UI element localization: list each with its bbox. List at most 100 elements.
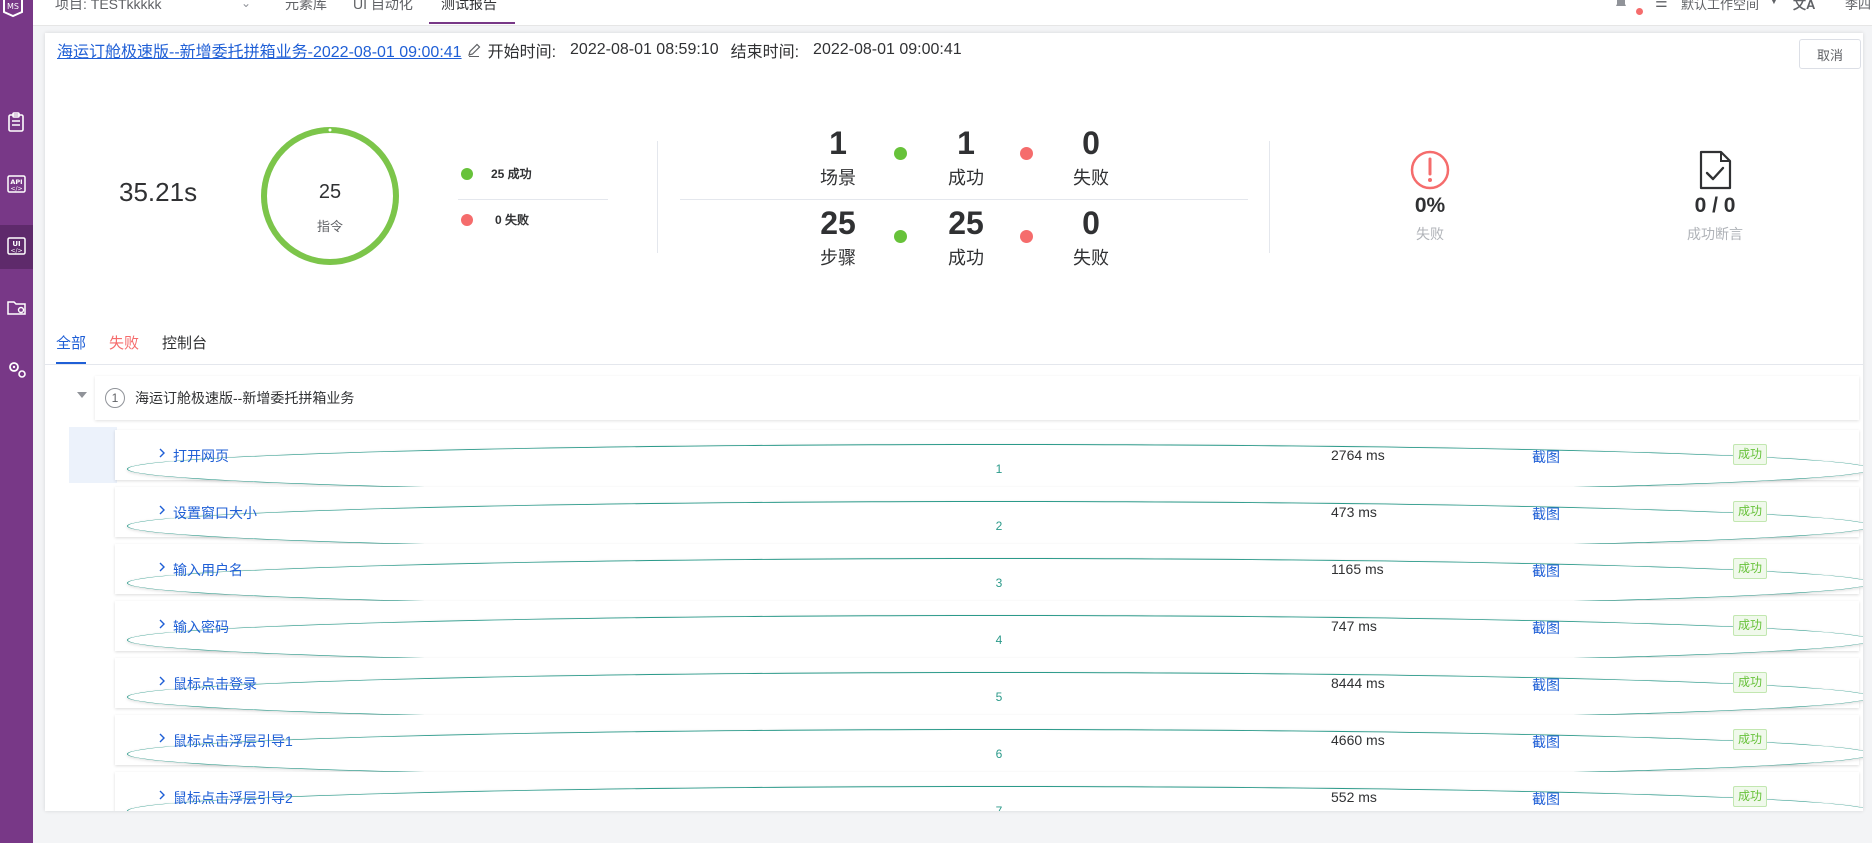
screenshot-link[interactable]: 截图: [1532, 447, 1560, 467]
status-badge: 成功: [1733, 558, 1768, 579]
edit-icon[interactable]: [466, 42, 482, 58]
sidebar-item-project[interactable]: [0, 286, 33, 330]
scenario-total: 1: [829, 125, 847, 161]
fail-dot: [461, 213, 473, 226]
step-name[interactable]: 打开网页: [173, 446, 229, 466]
step-duration: 4660 ms: [1331, 732, 1385, 748]
total-duration: 35.21s: [119, 177, 198, 207]
sidebar: MS API </> UI </>: [0, 0, 33, 843]
scenario-fail: 0: [1082, 125, 1100, 161]
commands-label: 指令: [316, 219, 343, 234]
step-index: 7: [127, 786, 1863, 811]
step-name[interactable]: 输入用户名: [173, 560, 243, 580]
step-name[interactable]: 鼠标点击登录: [173, 674, 257, 694]
top-header: 项目: TESTkkkkk ⌄ 元素库 UI 自动化 测试报告 ☰ 默认工作空间…: [33, 0, 1872, 26]
screenshot-link[interactable]: 截图: [1532, 561, 1560, 581]
step-row[interactable]: 5 鼠标点击登录 8444 ms 截图 成功: [115, 658, 1863, 722]
fail-dot: [1020, 230, 1033, 243]
legend-fail-text: 0 失败: [495, 213, 530, 227]
user-menu[interactable]: 李四: [1845, 0, 1871, 13]
sidebar-item-ui[interactable]: UI </>: [0, 225, 33, 269]
steps-success-label: 成功: [948, 248, 984, 268]
start-time-value: 2022-08-01 08:59:10: [570, 41, 719, 58]
step-row[interactable]: 2 设置窗口大小 473 ms 截图 成功: [115, 487, 1863, 551]
assertions-count: 0 / 0: [1694, 194, 1736, 217]
nav-test-report[interactable]: 测试报告: [441, 0, 497, 14]
screenshot-link[interactable]: 截图: [1532, 618, 1560, 638]
svg-text:MS: MS: [7, 2, 19, 11]
document-check-icon: [1699, 150, 1732, 190]
chevron-right-icon[interactable]: [157, 445, 167, 461]
ms-logo-icon[interactable]: MS: [0, 0, 26, 20]
step-duration: 473 ms: [1331, 504, 1377, 520]
end-time-value: 2022-08-01 09:00:41: [813, 41, 962, 58]
warning-circle-icon: [1410, 150, 1450, 190]
step-duration: 8444 ms: [1331, 675, 1385, 691]
list-icon: ☰: [1655, 0, 1668, 10]
status-badge: 成功: [1733, 444, 1768, 465]
clipboard-icon: [6, 111, 28, 136]
chevron-right-icon[interactable]: [157, 502, 167, 518]
scenario-success-label: 成功: [948, 168, 984, 188]
step-row[interactable]: 4 输入密码 747 ms 截图 成功: [115, 601, 1863, 665]
sidebar-item-track[interactable]: [0, 101, 33, 145]
screenshot-link[interactable]: 截图: [1532, 789, 1560, 809]
tab-console[interactable]: 控制台: [162, 334, 207, 364]
tab-all[interactable]: 全部: [56, 334, 87, 364]
fail-rate-label: 失败: [1416, 226, 1444, 242]
steps-fail-label: 失败: [1073, 248, 1109, 268]
caret-down-icon[interactable]: ▼: [1769, 0, 1779, 7]
cancel-button[interactable]: 取消: [1799, 39, 1861, 69]
tab-failed[interactable]: 失败: [109, 334, 139, 364]
bell-icon[interactable]: [1613, 0, 1629, 10]
screenshot-link[interactable]: 截图: [1532, 732, 1560, 752]
steps-fail: 0: [1082, 205, 1100, 241]
status-badge: 成功: [1733, 672, 1768, 693]
nav-ui-automation[interactable]: UI 自动化: [353, 0, 413, 14]
success-dot: [894, 147, 907, 160]
workspace-selector[interactable]: 默认工作空间: [1681, 0, 1759, 13]
folder-gear-icon: [6, 296, 28, 321]
chevron-down-icon[interactable]: ⌄: [241, 0, 251, 10]
nav-active-indicator: [429, 22, 515, 24]
chevron-right-icon[interactable]: [157, 787, 167, 803]
report-title-link[interactable]: 海运订舱极速版--新增委托拼箱业务-2022-08-01 09:00:41: [57, 38, 462, 62]
status-badge: 成功: [1733, 501, 1768, 522]
chevron-right-icon[interactable]: [157, 559, 167, 575]
success-dot: [894, 230, 907, 243]
chevron-right-icon[interactable]: [157, 616, 167, 632]
divider: [657, 141, 658, 253]
report-card: 海运订舱极速版--新增委托拼箱业务-2022-08-01 09:00:41 开始…: [45, 33, 1863, 811]
step-name[interactable]: 鼠标点击浮层引导2: [173, 788, 293, 808]
chevron-right-icon[interactable]: [157, 730, 167, 746]
sidebar-item-settings[interactable]: [0, 348, 33, 392]
end-time-label: 结束时间:: [730, 44, 800, 61]
status-badge: 成功: [1733, 729, 1768, 750]
scenario-index: 1: [105, 388, 125, 408]
language-icon[interactable]: 文A: [1793, 0, 1815, 13]
chevron-right-icon[interactable]: [157, 673, 167, 689]
row-highlight: [69, 427, 117, 483]
sidebar-item-api[interactable]: API </>: [0, 163, 33, 207]
svg-text:</>: </>: [10, 247, 22, 254]
status-badge: 成功: [1733, 615, 1768, 636]
project-selector[interactable]: 项目: TESTkkkkk: [55, 0, 162, 14]
step-row[interactable]: 7 鼠标点击浮层引导2 552 ms 截图 成功: [115, 772, 1863, 811]
steps-total: 25: [820, 205, 856, 241]
step-name[interactable]: 输入密码: [173, 617, 229, 637]
scenario-row[interactable]: 1 海运订舱极速版--新增委托拼箱业务: [77, 376, 1859, 420]
step-duration: 2764 ms: [1331, 447, 1385, 463]
step-name[interactable]: 设置窗口大小: [173, 503, 257, 523]
step-row[interactable]: 3 输入用户名 1165 ms 截图 成功: [115, 544, 1863, 608]
scenario-fail-label: 失败: [1073, 168, 1109, 188]
step-row[interactable]: 1 打开网页 2764 ms 截图 成功: [115, 430, 1863, 494]
start-time-label: 开始时间:: [487, 44, 557, 61]
step-row[interactable]: 6 鼠标点击浮层引导1 4660 ms 截图 成功: [115, 715, 1863, 779]
api-icon: API </>: [6, 173, 28, 198]
screenshot-link[interactable]: 截图: [1532, 675, 1560, 695]
step-duration: 747 ms: [1331, 618, 1377, 634]
screenshot-link[interactable]: 截图: [1532, 504, 1560, 524]
step-name[interactable]: 鼠标点击浮层引导1: [173, 731, 293, 751]
nav-element-library[interactable]: 元素库: [285, 0, 327, 14]
caret-down-icon[interactable]: [77, 392, 87, 398]
